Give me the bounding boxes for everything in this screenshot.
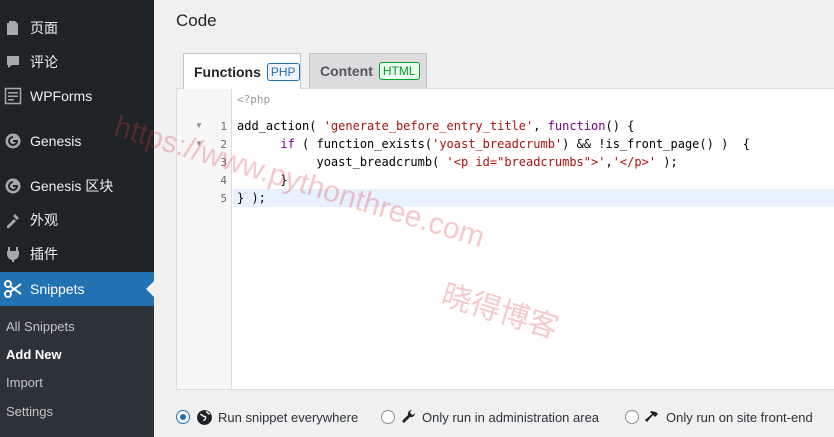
- code-line-3: yoast_breadcrumb( '<p id="breadcrumbs">'…: [237, 155, 678, 169]
- active-line-highlight: [233, 189, 834, 207]
- sidebar-item-label: 外观: [30, 212, 58, 228]
- current-menu-arrow: [146, 281, 154, 297]
- wrench-icon: [401, 409, 417, 425]
- wpforms-icon: [3, 86, 23, 106]
- sidebar-item-label: 页面: [30, 20, 58, 36]
- code-line-2: if ( function_exists('yoast_breadcrumb')…: [280, 137, 750, 151]
- run-admin-radio[interactable]: [381, 410, 395, 424]
- run-scope-options: Run snippet everywhere Only run in admin…: [176, 406, 834, 430]
- sidebar-item-wpforms[interactable]: WPForms: [0, 86, 154, 106]
- line-number: 5: [220, 192, 227, 205]
- tab-functions[interactable]: Functions PHP: [183, 53, 301, 89]
- plugins-icon: [3, 244, 23, 264]
- page-icon: [3, 18, 23, 38]
- sidebar-item-genesis[interactable]: Genesis: [0, 131, 154, 151]
- option-label: Run snippet everywhere: [218, 409, 359, 425]
- tab-label: Content: [320, 63, 373, 79]
- php-badge: PHP: [266, 62, 300, 81]
- html-badge: HTML: [378, 62, 420, 80]
- code-line-1: add_action( 'generate_before_entry_title…: [237, 119, 635, 133]
- sidebar-item-label: 插件: [30, 246, 58, 262]
- submenu-import[interactable]: Import: [6, 374, 43, 392]
- sidebar-item-label: Genesis: [30, 133, 82, 149]
- sidebar-item-plugins[interactable]: 插件: [0, 244, 154, 264]
- sidebar-item-snippets[interactable]: Snippets: [0, 272, 154, 306]
- admin-sidebar: 页面 评论 WPForms Genesis Genesis 区块 外观 插件 S…: [0, 0, 154, 437]
- comment-icon: [3, 52, 23, 72]
- fold-arrow-icon[interactable]: ▼: [195, 121, 203, 130]
- line-number: 1: [220, 120, 227, 133]
- run-everywhere-radio[interactable]: [176, 410, 190, 424]
- line-number: 4: [220, 174, 227, 187]
- code-line-4: }: [237, 173, 288, 187]
- sidebar-item-label: WPForms: [30, 88, 93, 104]
- hammer-icon: [645, 409, 661, 425]
- submenu-all-snippets[interactable]: All Snippets: [6, 318, 75, 336]
- code-area[interactable]: <?php add_action( 'generate_before_entry…: [233, 89, 834, 389]
- line-number: 2: [220, 138, 227, 151]
- code-editor[interactable]: ▼ ▼ 1 2 3 4 5 <?php add_action( 'generat…: [176, 88, 834, 390]
- submenu-settings[interactable]: Settings: [6, 403, 53, 421]
- sidebar-item-appearance[interactable]: 外观: [0, 210, 154, 230]
- submenu-add-new[interactable]: Add New: [6, 346, 62, 364]
- tab-label: Functions: [194, 63, 261, 80]
- run-admin-option[interactable]: Only run in administration area: [381, 406, 599, 428]
- php-open-tag: <?php: [237, 93, 271, 106]
- fold-arrow-icon[interactable]: ▼: [195, 139, 203, 148]
- genesis-blocks-icon: [3, 176, 23, 196]
- editor-gutter: ▼ ▼ 1 2 3 4 5: [177, 89, 232, 389]
- sidebar-item-label: 评论: [30, 54, 58, 70]
- line-number: 3: [220, 156, 227, 169]
- run-frontend-radio[interactable]: [625, 410, 639, 424]
- snippets-submenu: All Snippets Add New Import Settings: [0, 306, 154, 437]
- sidebar-item-pages[interactable]: 页面: [0, 18, 154, 38]
- snippets-scissors-icon: [3, 279, 23, 299]
- run-everywhere-option[interactable]: Run snippet everywhere: [176, 406, 358, 428]
- sidebar-item-label: Genesis 区块: [30, 178, 114, 194]
- globe-icon: [196, 409, 213, 426]
- appearance-icon: [3, 210, 23, 230]
- run-frontend-option[interactable]: Only run on site front-end: [625, 406, 813, 428]
- section-title: Code: [176, 11, 217, 30]
- tab-content[interactable]: Content HTML: [309, 53, 427, 88]
- code-line-5: } );: [237, 191, 266, 205]
- sidebar-item-comments[interactable]: 评论: [0, 52, 154, 72]
- option-label: Only run in administration area: [422, 409, 600, 425]
- sidebar-item-genesis-blocks[interactable]: Genesis 区块: [0, 176, 154, 196]
- genesis-icon: [3, 131, 23, 151]
- option-label: Only run on site front-end: [666, 409, 813, 425]
- sidebar-item-label: Snippets: [30, 281, 85, 297]
